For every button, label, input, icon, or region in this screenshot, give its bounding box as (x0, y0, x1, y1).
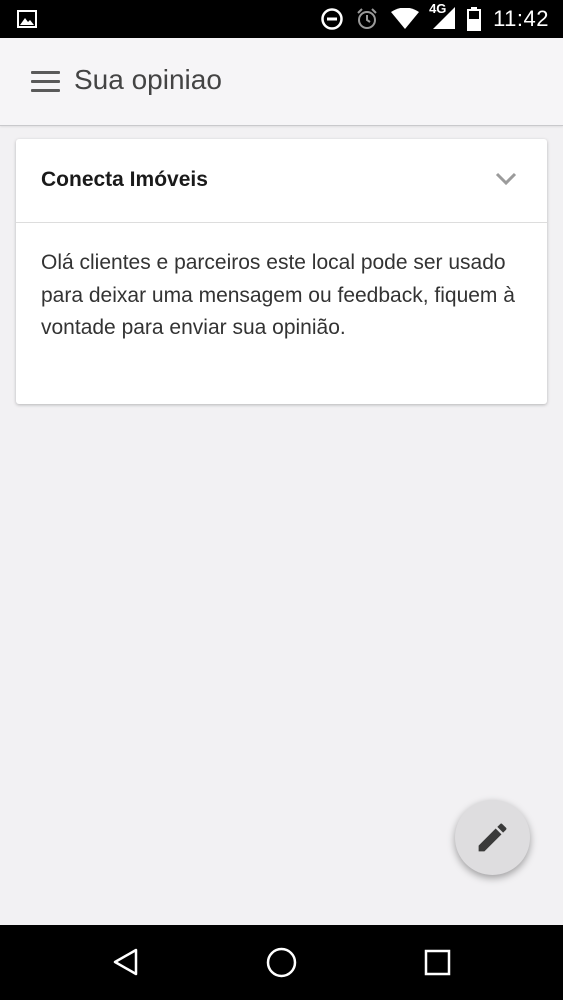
compose-feedback-button[interactable] (455, 800, 530, 875)
card-message: Olá clientes e parceiros este local pode… (41, 251, 515, 339)
card-header[interactable]: Conecta Imóveis (16, 139, 547, 223)
recents-icon[interactable] (424, 949, 451, 976)
alarm-icon (357, 8, 377, 29)
pencil-icon (478, 823, 507, 852)
feedback-card: Conecta Imóveis Olá clientes e parceiros… (16, 139, 547, 404)
status-time: 11:42 (493, 6, 549, 31)
wifi-icon (391, 8, 420, 29)
chevron-down-icon[interactable] (495, 172, 517, 186)
back-icon[interactable] (112, 947, 140, 977)
gallery-icon (17, 10, 37, 28)
hamburger-menu-icon[interactable] (31, 71, 60, 93)
do-not-disturb-icon (321, 8, 343, 30)
signal-icon: 4G (429, 1, 456, 34)
battery-icon (467, 7, 482, 31)
page-title: Sua opiniao (74, 64, 222, 95)
app-bar: Sua opiniao (0, 38, 563, 126)
status-bar: 4G 11:42 (0, 0, 563, 38)
network-type-label: 4G (429, 0, 447, 16)
card-title: Conecta Imóveis (41, 168, 208, 191)
navigation-bar (0, 925, 563, 1000)
home-icon[interactable] (266, 947, 297, 978)
